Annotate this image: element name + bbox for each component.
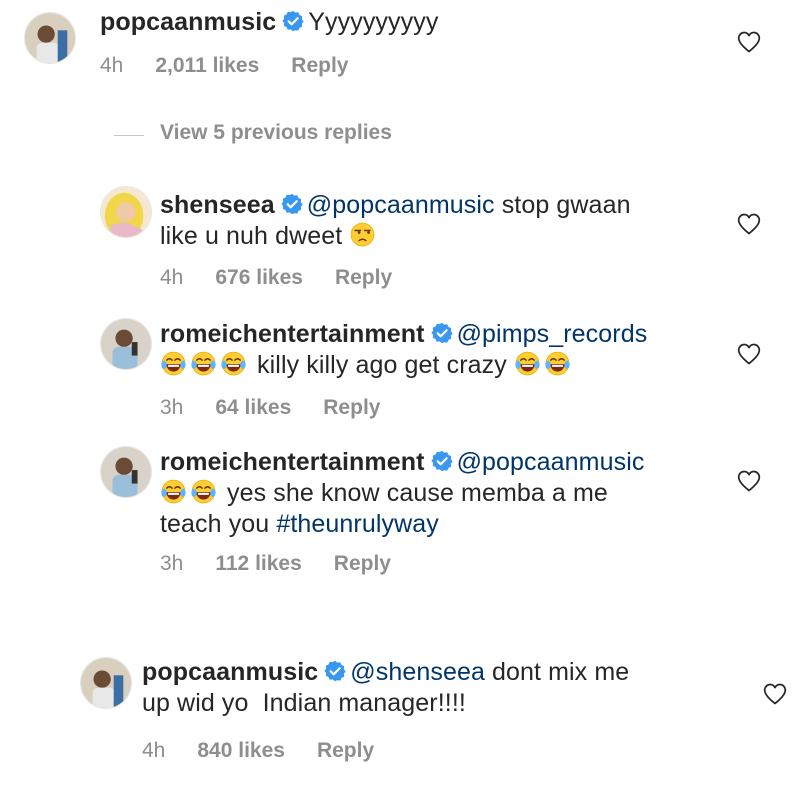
- mention-link[interactable]: @popcaanmusic: [307, 191, 495, 219]
- reply-button[interactable]: Reply: [335, 266, 392, 290]
- heart-outline-icon[interactable]: [736, 341, 762, 367]
- avatar[interactable]: [100, 186, 152, 238]
- reply-button[interactable]: Reply: [317, 739, 374, 763]
- verified-badge-icon: [431, 450, 453, 472]
- unamused-face-emoji: [349, 221, 376, 248]
- face-with-tears-of-joy-emoji: [220, 350, 247, 377]
- comment-meta: 4h 676 likes Reply: [160, 266, 392, 290]
- verified-badge-icon: [281, 193, 303, 215]
- comment-text: yes she know cause memba a me: [227, 479, 608, 507]
- username[interactable]: romeichentertainment: [160, 448, 425, 476]
- like-count[interactable]: 64 likes: [215, 396, 291, 420]
- comment-meta: 4h 2,011 likes Reply: [100, 54, 348, 78]
- comment-body: popcaanmusic Yyyyyyyyyy: [100, 7, 720, 38]
- username[interactable]: romeichentertainment: [160, 320, 425, 348]
- comment-text: Yyyyyyyyyy: [308, 8, 439, 36]
- hashtag-link[interactable]: #theunrulyway: [276, 510, 439, 538]
- comment-meta: 3h 112 likes Reply: [160, 552, 391, 576]
- timestamp: 3h: [160, 552, 184, 575]
- like-count[interactable]: 676 likes: [215, 266, 303, 290]
- comment-body: popcaanmusic @shenseea dont mix me up wid …: [142, 657, 722, 719]
- reply-button[interactable]: Reply: [291, 54, 348, 78]
- face-with-tears-of-joy-emoji: [544, 350, 571, 377]
- avatar[interactable]: [100, 446, 152, 498]
- mention-link[interactable]: @popcaanmusic: [457, 448, 645, 476]
- comment-body: romeichentertainment @popcaanmusic yes sh…: [160, 447, 720, 540]
- timestamp: 4h: [160, 266, 184, 289]
- timestamp: 4h: [100, 54, 124, 77]
- mention-link[interactable]: @shenseea: [350, 658, 485, 686]
- face-with-tears-of-joy-emoji: [160, 350, 187, 377]
- comment-text: killy killy ago get crazy: [257, 351, 507, 379]
- username[interactable]: shenseea: [160, 191, 275, 219]
- avatar[interactable]: [24, 12, 76, 64]
- face-with-tears-of-joy-emoji: [190, 350, 217, 377]
- comment-text: up wid yo Indian manager!!!!: [142, 689, 466, 717]
- like-count[interactable]: 2,011 likes: [155, 54, 259, 78]
- comment-body: shenseea @popcaanmusic stop gwaan like u n…: [160, 190, 720, 252]
- reply-button[interactable]: Reply: [334, 552, 391, 576]
- divider-line: [114, 135, 144, 136]
- timestamp: 4h: [142, 739, 166, 762]
- comment-text: dont mix me: [492, 658, 630, 686]
- verified-badge-icon: [431, 322, 453, 344]
- comment-text: stop gwaan: [501, 191, 631, 219]
- heart-outline-icon[interactable]: [762, 681, 788, 707]
- face-with-tears-of-joy-emoji: [190, 478, 217, 505]
- heart-outline-icon[interactable]: [736, 468, 762, 494]
- verified-badge-icon: [324, 660, 346, 682]
- comment-meta: 4h 840 likes Reply: [142, 739, 374, 763]
- heart-outline-icon[interactable]: [736, 211, 762, 237]
- heart-outline-icon[interactable]: [736, 29, 762, 55]
- face-with-tears-of-joy-emoji: [514, 350, 541, 377]
- face-with-tears-of-joy-emoji: [160, 478, 187, 505]
- like-count[interactable]: 112 likes: [215, 552, 301, 576]
- comment-text: like u nuh dweet: [160, 222, 343, 250]
- timestamp: 3h: [160, 396, 184, 419]
- view-replies-label[interactable]: View 5 previous replies: [160, 121, 392, 145]
- comment-meta: 3h 64 likes Reply: [160, 396, 380, 420]
- avatar[interactable]: [80, 657, 132, 709]
- username[interactable]: popcaanmusic: [100, 8, 276, 36]
- like-count[interactable]: 840 likes: [197, 739, 285, 763]
- username[interactable]: popcaanmusic: [142, 658, 318, 686]
- avatar[interactable]: [100, 318, 152, 370]
- comment-text: teach you: [160, 510, 270, 538]
- reply-button[interactable]: Reply: [323, 396, 380, 420]
- comment-body: romeichentertainment @pimps_records killy…: [160, 319, 720, 381]
- mention-link[interactable]: @pimps_records: [457, 320, 648, 348]
- verified-badge-icon: [282, 10, 304, 32]
